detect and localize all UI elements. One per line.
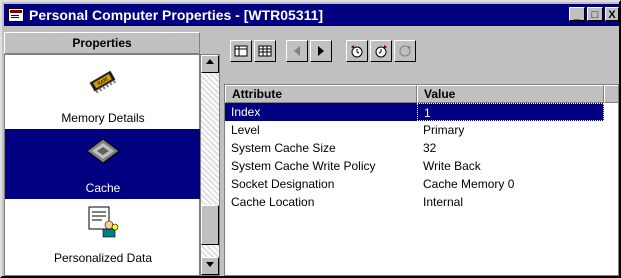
history-button[interactable] bbox=[346, 40, 368, 62]
list-item-label: Personalized Data bbox=[53, 251, 153, 265]
column-header-attribute[interactable]: Attribute bbox=[225, 85, 417, 103]
next-arrow-icon bbox=[318, 46, 324, 56]
maximize-button[interactable]: □ bbox=[587, 7, 603, 21]
table-view-icon bbox=[258, 45, 272, 57]
toolbar bbox=[224, 32, 619, 82]
minimize-button[interactable]: _ bbox=[569, 7, 585, 21]
attribute-cell[interactable]: System Cache Size bbox=[225, 139, 417, 157]
next-button[interactable] bbox=[310, 40, 332, 62]
list-item-memory-details[interactable]: RAM Memory Details bbox=[5, 59, 201, 129]
list-item-personalized-data[interactable]: Personalized Data bbox=[5, 199, 201, 269]
scroll-thumb[interactable] bbox=[201, 205, 219, 245]
table-row[interactable]: Cache Location Internal bbox=[225, 193, 618, 211]
table-row[interactable]: Socket Designation Cache Memory 0 bbox=[225, 175, 618, 193]
properties-scrollbar[interactable] bbox=[200, 54, 220, 276]
refresh-button[interactable] bbox=[394, 40, 416, 62]
table-view-button[interactable] bbox=[254, 40, 276, 62]
attribute-cell[interactable]: Index bbox=[225, 103, 417, 121]
window-controls: _ □ X bbox=[567, 7, 619, 21]
title-bar[interactable]: Personal Computer Properties - [WTR05311… bbox=[4, 4, 619, 26]
value-cell[interactable]: Primary bbox=[417, 121, 604, 139]
history-back-button[interactable] bbox=[370, 40, 392, 62]
navigation-buttons-group bbox=[286, 40, 332, 72]
details-panel: Attribute Value Index 1 Level Primary Sy… bbox=[224, 32, 619, 276]
properties-panel: Properties RAM Memory Details Cache Pers… bbox=[4, 32, 201, 276]
list-item-cache[interactable]: Cache bbox=[5, 129, 201, 199]
list-item-label: Cache bbox=[85, 181, 121, 195]
attribute-cell[interactable]: System Cache Write Policy bbox=[225, 157, 417, 175]
form-view-icon bbox=[234, 45, 248, 57]
value-cell[interactable]: Write Back bbox=[417, 157, 604, 175]
attribute-cell[interactable]: Level bbox=[225, 121, 417, 139]
table-row[interactable]: Index 1 bbox=[225, 103, 618, 121]
list-item-label: Memory Details bbox=[61, 111, 145, 125]
app-icon bbox=[8, 8, 24, 22]
attribute-cell[interactable]: Cache Location bbox=[225, 193, 417, 211]
window-title: Personal Computer Properties - [WTR05311… bbox=[29, 7, 324, 23]
scroll-up-button[interactable] bbox=[201, 55, 219, 73]
scroll-up-icon bbox=[206, 59, 214, 64]
value-cell[interactable]: Internal bbox=[417, 193, 604, 211]
view-buttons-group bbox=[230, 40, 276, 72]
table-row[interactable]: System Cache Write Policy Write Back bbox=[225, 157, 618, 175]
attributes-grid: Attribute Value Index 1 Level Primary Sy… bbox=[224, 84, 619, 276]
close-button[interactable]: X bbox=[605, 7, 619, 21]
previous-arrow-icon bbox=[294, 46, 300, 56]
value-cell[interactable]: 1 bbox=[417, 103, 604, 121]
properties-list: RAM Memory Details Cache Personalized Da… bbox=[4, 54, 201, 276]
scroll-down-icon bbox=[206, 262, 214, 267]
column-header-value[interactable]: Value bbox=[417, 85, 604, 103]
form-view-button[interactable] bbox=[230, 40, 252, 62]
user-document-icon bbox=[85, 205, 121, 239]
history-icon bbox=[351, 45, 363, 58]
column-header-filler bbox=[604, 85, 618, 103]
properties-header: Properties bbox=[4, 32, 200, 54]
refresh-icon bbox=[399, 45, 411, 57]
table-row[interactable]: System Cache Size 32 bbox=[225, 139, 618, 157]
value-cell[interactable]: Cache Memory 0 bbox=[417, 175, 604, 193]
ram-chip-icon: RAM bbox=[85, 65, 121, 99]
table-row[interactable]: Level Primary bbox=[225, 121, 618, 139]
scroll-down-button[interactable] bbox=[201, 257, 219, 275]
app-window: Personal Computer Properties - [WTR05311… bbox=[0, 0, 621, 278]
cpu-chip-icon bbox=[85, 135, 121, 169]
history-back-icon bbox=[375, 45, 387, 58]
previous-button[interactable] bbox=[286, 40, 308, 62]
history-buttons-group bbox=[346, 40, 416, 72]
attribute-cell[interactable]: Socket Designation bbox=[225, 175, 417, 193]
value-cell[interactable]: 32 bbox=[417, 139, 604, 157]
